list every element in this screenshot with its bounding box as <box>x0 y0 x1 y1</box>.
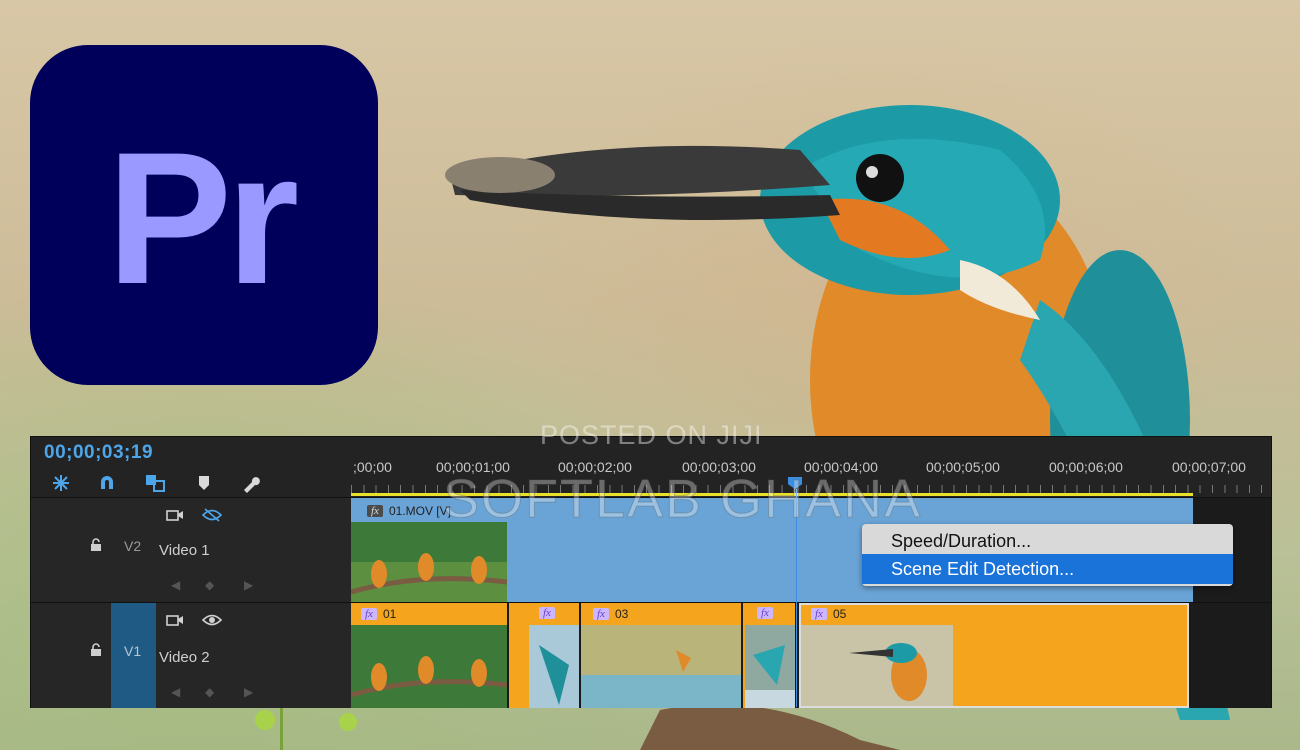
premiere-pro-logo: Pr <box>30 45 378 385</box>
ripple-edit-icon[interactable] <box>48 471 74 495</box>
clip-thumbnail <box>801 625 953 706</box>
next-keyframe-icon[interactable]: ▶ <box>244 685 253 699</box>
logo-text: Pr <box>106 113 300 323</box>
clip-context-menu: Speed/Duration... Scene Edit Detection..… <box>862 524 1233 586</box>
video-clip[interactable]: fx 03 <box>581 603 741 708</box>
track-target-v1[interactable]: V1 <box>111 603 156 708</box>
menu-item-scene-edit-detection[interactable]: Scene Edit Detection... <box>862 554 1233 584</box>
track-header-v1: V1 Video 2 ◀ ◆ ▶ <box>31 602 351 708</box>
ruler-label: 00;00;06;00 <box>1049 459 1123 475</box>
playhead-timecode[interactable]: 00;00;03;19 <box>44 442 153 464</box>
video-clip[interactable]: fx 01 <box>351 603 507 708</box>
track-name: Video 2 <box>159 649 210 666</box>
clip-label: fx 01.MOV [V] <box>367 504 451 518</box>
fx-badge: fx <box>757 607 773 619</box>
timeline-header: 00;00;03;19 <box>31 437 351 497</box>
lock-icon[interactable] <box>89 538 103 552</box>
clip-name: 01.MOV [V] <box>388 504 451 518</box>
menu-item-speed-duration[interactable]: Speed/Duration... <box>862 526 1233 556</box>
camera-icon[interactable] <box>164 611 186 629</box>
clip-name: 03 <box>614 607 629 621</box>
video-clip[interactable]: fx <box>743 603 795 708</box>
track-area-v1: fx 01 fx fx 03 fx fx 05 <box>351 602 1271 708</box>
ruler-label: 00;00;07;00 <box>1172 459 1246 475</box>
clip-label: fx 03 <box>593 607 628 621</box>
clip-thumbnail <box>745 625 795 708</box>
watermark-line2: SOFTLAB GHANA <box>442 469 923 530</box>
video-clip-selected[interactable]: fx 05 <box>799 603 1189 708</box>
clip-thumbnail <box>351 625 507 708</box>
keyframe-icon[interactable]: ◆ <box>205 578 214 592</box>
clip-name: 05 <box>832 607 847 621</box>
keyframe-icon[interactable]: ◆ <box>205 685 214 699</box>
track-id: V1 <box>124 643 142 659</box>
clip-thumbnail <box>351 522 507 602</box>
wrench-icon[interactable] <box>238 471 264 495</box>
marker-icon[interactable] <box>191 471 217 495</box>
prev-keyframe-icon[interactable]: ◀ <box>171 685 180 699</box>
eye-hidden-icon[interactable] <box>201 506 223 524</box>
watermark-line1: POSTED ON JIJI <box>540 420 763 450</box>
ruler-label: ;00;00 <box>353 459 392 475</box>
snap-magnet-icon[interactable] <box>94 471 120 495</box>
video-clip[interactable]: fx <box>509 603 579 708</box>
eye-icon[interactable] <box>201 611 223 629</box>
track-header-v2: V2 Video 1 ◀ ◆ ▶ <box>31 497 351 602</box>
track-id[interactable]: V2 <box>124 538 141 554</box>
clip-label: fx 05 <box>811 607 846 621</box>
clip-label: fx <box>539 607 555 619</box>
ruler-label: 00;00;05;00 <box>926 459 1000 475</box>
linked-selection-icon[interactable] <box>142 471 168 495</box>
fx-badge: fx <box>367 505 383 517</box>
track-name: Video 1 <box>159 542 210 559</box>
clip-thumbnail <box>581 625 741 708</box>
fx-badge: fx <box>361 608 377 620</box>
clip-label: fx <box>757 607 773 619</box>
next-keyframe-icon[interactable]: ▶ <box>244 578 253 592</box>
clip-name: 01 <box>382 607 397 621</box>
fx-badge: fx <box>811 608 827 620</box>
camera-icon[interactable] <box>164 506 186 524</box>
fx-badge: fx <box>539 607 555 619</box>
fx-badge: fx <box>593 608 609 620</box>
clip-thumbnail <box>529 625 579 708</box>
lock-icon[interactable] <box>89 643 103 657</box>
clip-label: fx 01 <box>361 607 396 621</box>
prev-keyframe-icon[interactable]: ◀ <box>171 578 180 592</box>
